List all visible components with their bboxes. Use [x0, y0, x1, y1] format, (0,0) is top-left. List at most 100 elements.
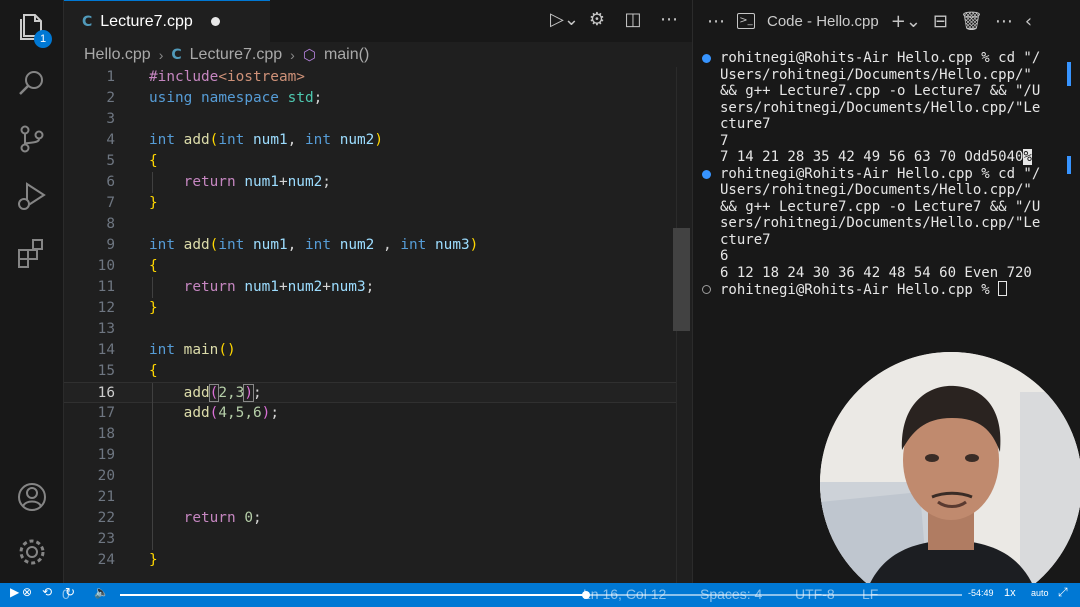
- code-line: 19: [64, 445, 676, 466]
- code-line: 24}: [64, 550, 676, 571]
- code-line: 13: [64, 319, 676, 340]
- line-number: 2: [106, 90, 115, 106]
- editor-scrollbar-thumb[interactable]: [673, 228, 690, 331]
- code-line: 17 add(4,5,6);: [64, 403, 676, 424]
- video-progress-fill: [120, 594, 586, 596]
- video-progress-bar[interactable]: [120, 591, 962, 599]
- split-editor-icon[interactable]: ◫: [622, 8, 644, 32]
- code-line: 2 using namespace std;: [64, 88, 676, 109]
- webcam-presenter: [820, 352, 1080, 607]
- code-line: 12}: [64, 298, 676, 319]
- volume-icon[interactable]: 🔈: [94, 585, 109, 599]
- video-progress-handle[interactable]: [581, 591, 590, 599]
- breadcrumb: Hello.cpp › C Lecture7.cpp › ⬡ main(): [84, 43, 369, 67]
- line-number: 19: [97, 447, 115, 463]
- terminal-line: && g++ Lecture7.cpp -o Lecture7 && "/U: [720, 198, 1041, 215]
- line-number: 14: [97, 342, 115, 358]
- terminal-line: Users/rohitnegi/Documents/Hello.cpp/": [720, 66, 1032, 83]
- playback-speed[interactable]: 1x: [1004, 587, 1016, 599]
- code-line: 8: [64, 214, 676, 235]
- terminal-line: 7 14 21 28 35 42 49 56 63 70 Odd5040%: [720, 149, 1032, 165]
- code-line-current[interactable]: 16 add(2,3);: [64, 382, 676, 404]
- code-line: 9 int add(int num1, int num2 , int num3): [64, 235, 676, 256]
- code-line: 7}: [64, 193, 676, 214]
- breadcrumb-folder[interactable]: Hello.cpp: [84, 46, 151, 64]
- cpp-file-icon: C: [82, 13, 93, 30]
- terminal-line: Users/rohitnegi/Documents/Hello.cpp/": [720, 182, 1032, 198]
- breadcrumb-file[interactable]: Lecture7.cpp: [190, 46, 283, 64]
- line-number: 11: [97, 279, 115, 295]
- code-line: 18: [64, 424, 676, 445]
- line-number: 1: [106, 69, 115, 85]
- line-number: 3: [106, 111, 115, 127]
- run-debug-icon[interactable]: [14, 178, 50, 214]
- replay-icon[interactable]: ↻: [65, 585, 75, 599]
- account-icon[interactable]: [14, 479, 50, 515]
- terminal-scroll-marker: [1067, 62, 1071, 86]
- code-line: 23: [64, 529, 676, 550]
- line-number: 15: [97, 363, 115, 379]
- code-line: 1 #include<iostream>: [64, 67, 676, 88]
- run-code-icon[interactable]: ▷⌄: [550, 8, 579, 32]
- video-player-controls: ▶ ⊗ ⟲ ↻ 🔈 -54:49 1x auto ⤢: [0, 583, 1080, 607]
- terminal-line: 6 12 18 24 30 36 42 48 54 60 Even 720: [720, 264, 1032, 281]
- play-icon[interactable]: ▶: [10, 585, 19, 599]
- line-number: 20: [97, 468, 115, 484]
- line-number: 7: [106, 195, 115, 211]
- terminal-cursor: [998, 281, 1008, 296]
- line-number: 17: [97, 405, 115, 421]
- extensions-icon[interactable]: [14, 235, 50, 271]
- line-number: 13: [97, 321, 115, 337]
- terminal-line: 7: [720, 132, 729, 149]
- terminal-line: 6: [720, 248, 729, 264]
- fullscreen-icon[interactable]: ⤢: [1058, 585, 1068, 600]
- breadcrumb-symbol[interactable]: main(): [324, 46, 369, 64]
- line-number: 24: [97, 552, 115, 568]
- terminal-line: rohitnegi@Rohits-Air Hello.cpp % cd "/: [702, 50, 1062, 67]
- split-terminal-icon[interactable]: ⊟: [933, 11, 948, 32]
- rewind-icon[interactable]: ⊗: [22, 585, 32, 599]
- add-terminal-icon[interactable]: +⌄: [891, 11, 921, 32]
- chevron-left-icon[interactable]: ‹: [1025, 11, 1032, 32]
- settings-icon[interactable]: ⚙: [586, 8, 608, 32]
- presenter-video: [820, 352, 1080, 607]
- terminal-line: cture7: [720, 116, 771, 132]
- more-actions-icon[interactable]: ⋯: [658, 8, 680, 32]
- tab-bar: C Lecture7.cpp ▷⌄ ⚙ ◫ ⋯: [64, 0, 692, 42]
- terminal-line: && g++ Lecture7.cpp -o Lecture7 && "/U: [720, 83, 1041, 99]
- line-number: 8: [106, 216, 115, 232]
- code-editor[interactable]: 1 #include<iostream> 2 using namespace std…: [64, 67, 676, 571]
- line-number: 22: [97, 510, 115, 526]
- line-number: 9: [106, 237, 115, 253]
- activity-bar: 1: [0, 0, 64, 583]
- line-number: 21: [97, 489, 115, 505]
- code-line: 5{: [64, 151, 676, 172]
- skip-back-icon[interactable]: ⟲: [42, 585, 52, 599]
- cpp-file-icon: C: [171, 47, 182, 63]
- search-icon[interactable]: [14, 65, 50, 101]
- source-control-icon[interactable]: [14, 121, 50, 157]
- chevron-right-icon: ›: [158, 47, 164, 63]
- editor-actions: ▷⌄ ⚙ ◫ ⋯: [550, 8, 680, 32]
- more-icon[interactable]: ⋯: [707, 11, 725, 32]
- symbol-method-icon: ⬡: [302, 47, 316, 64]
- trash-icon[interactable]: 🗑: [960, 11, 983, 32]
- code-line: 22 return 0;: [64, 508, 676, 529]
- line-number: 10: [97, 258, 115, 274]
- code-line: 3: [64, 109, 676, 130]
- code-line: 14 int main(): [64, 340, 676, 361]
- terminal-icon: >_: [737, 13, 755, 29]
- terminal-output[interactable]: rohitnegi@Rohits-Air Hello.cpp % cd "/ U…: [702, 50, 1062, 298]
- tab-lecture7[interactable]: C Lecture7.cpp: [64, 0, 270, 42]
- quality-setting[interactable]: auto: [1031, 588, 1049, 598]
- code-line: 10{: [64, 256, 676, 277]
- settings-gear-icon[interactable]: [14, 534, 50, 570]
- terminal-line: cture7: [720, 231, 771, 248]
- unsaved-dot-icon[interactable]: [210, 17, 220, 26]
- more-actions-icon[interactable]: ⋯: [995, 11, 1013, 32]
- command-success-icon: [702, 169, 711, 179]
- terminal-line: sers/rohitnegi/Documents/Hello.cpp/"Le: [720, 215, 1041, 231]
- line-number: 4: [106, 132, 115, 148]
- command-pending-icon: [702, 285, 711, 294]
- terminal-title[interactable]: Code - Hello.cpp: [767, 13, 879, 30]
